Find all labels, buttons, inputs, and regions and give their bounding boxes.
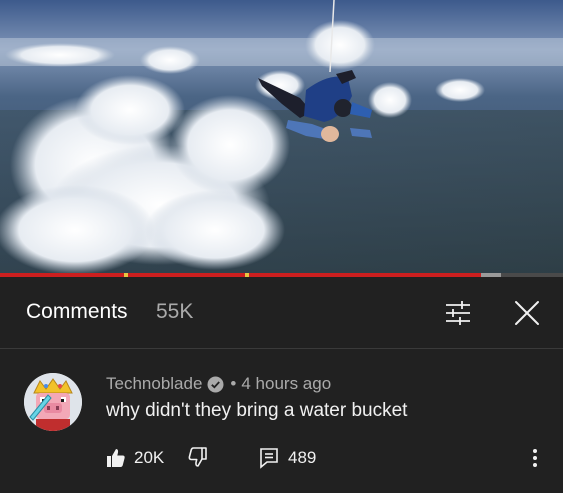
sort-filter-button[interactable] bbox=[441, 297, 475, 329]
comments-title: Comments bbox=[26, 300, 128, 323]
comment-timestamp: 4 hours ago bbox=[241, 374, 332, 393]
skydiving-video-frame bbox=[0, 0, 563, 276]
thumbs-up-icon bbox=[107, 449, 125, 467]
video-player[interactable] bbox=[0, 0, 563, 276]
comment-meta: Technoblade • 4 hours ago bbox=[106, 374, 331, 394]
comment-text: why didn't they bring a water bucket bbox=[106, 400, 408, 421]
like-count: 20K bbox=[134, 448, 165, 467]
pig-crown-avatar-icon bbox=[24, 373, 82, 431]
replies-button[interactable]: 489 bbox=[259, 446, 316, 470]
comments-count: 55K bbox=[156, 300, 194, 323]
more-vertical-icon bbox=[533, 449, 537, 467]
verified-check-icon bbox=[207, 376, 224, 393]
close-comments-button[interactable] bbox=[510, 296, 544, 330]
dislike-button[interactable] bbox=[186, 446, 208, 468]
reply-icon bbox=[260, 448, 278, 469]
comment-author[interactable]: Technoblade bbox=[106, 374, 202, 394]
like-button[interactable]: 20K bbox=[106, 446, 164, 470]
sliders-icon bbox=[446, 301, 470, 325]
close-icon bbox=[515, 301, 539, 325]
meta-separator: • bbox=[230, 374, 237, 393]
header-divider bbox=[0, 348, 563, 349]
comment-more-button[interactable] bbox=[528, 446, 542, 470]
avatar[interactable] bbox=[24, 373, 82, 431]
reply-count: 489 bbox=[288, 448, 317, 467]
thumbs-down-icon bbox=[188, 447, 207, 467]
